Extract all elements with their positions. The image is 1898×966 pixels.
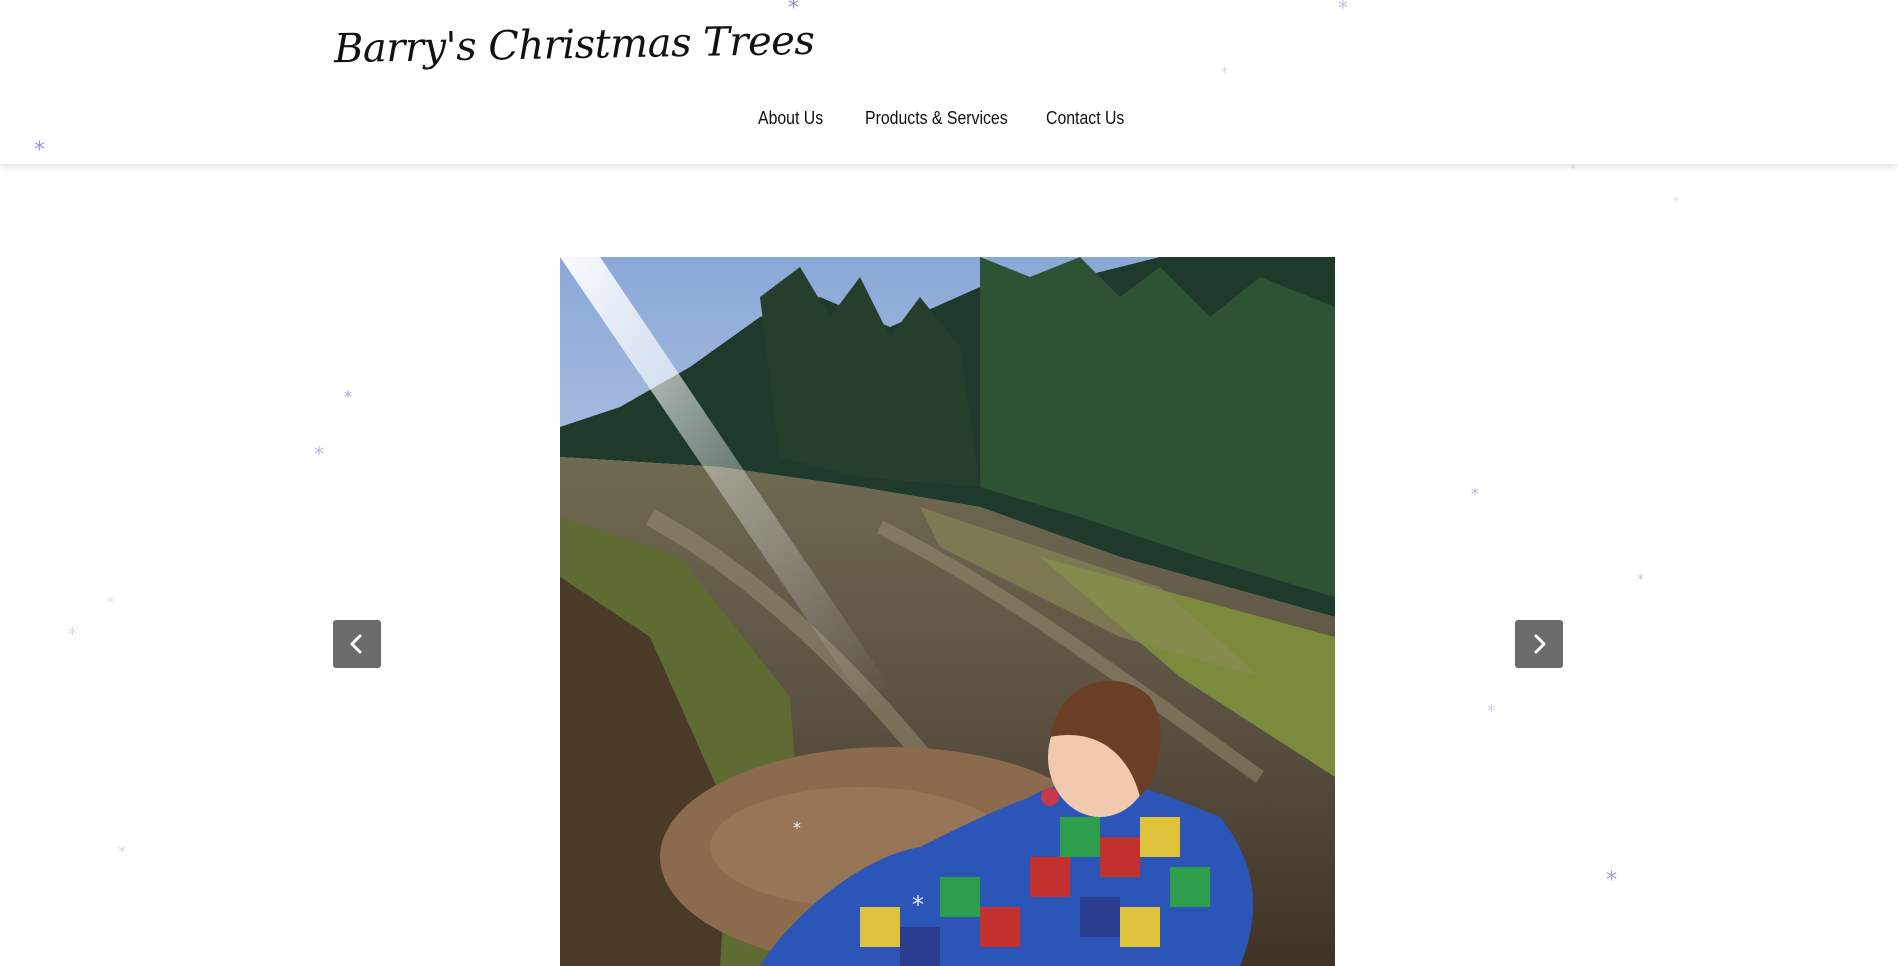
snowflake-icon: * [107, 595, 114, 611]
snowflake-icon: * [344, 387, 352, 406]
slider-next-button[interactable] [1515, 620, 1563, 668]
site-logo[interactable]: Barry's Christmas Trees [334, 18, 815, 72]
chevron-right-icon [1534, 634, 1546, 654]
snowflake-icon: * [1606, 868, 1617, 893]
nav-products-services[interactable]: Products & Services [865, 108, 1008, 129]
snowflake-icon: * [1570, 162, 1576, 176]
nav-contact-us[interactable]: Contact Us [1046, 108, 1124, 129]
nav-about-us[interactable]: About Us [758, 108, 823, 129]
snowflake-icon: * [1471, 484, 1479, 503]
snowflake-icon: * [1637, 572, 1644, 588]
snowflake-icon: * [1487, 701, 1496, 722]
site-header: Barry's Christmas Trees About Us Product… [0, 0, 1898, 164]
snowflake-icon: * [118, 842, 126, 861]
snowflake-icon: * [68, 624, 77, 645]
snowflake-icon: * [314, 442, 324, 466]
slider-prev-button[interactable] [333, 620, 381, 668]
slider-image [560, 257, 1335, 966]
child-in-muddy-track-photo [560, 257, 1335, 966]
main-nav: About Us Products & Services Contact Us [0, 108, 1898, 140]
snowflake-icon: * [1673, 194, 1679, 208]
chevron-left-icon [350, 634, 362, 654]
